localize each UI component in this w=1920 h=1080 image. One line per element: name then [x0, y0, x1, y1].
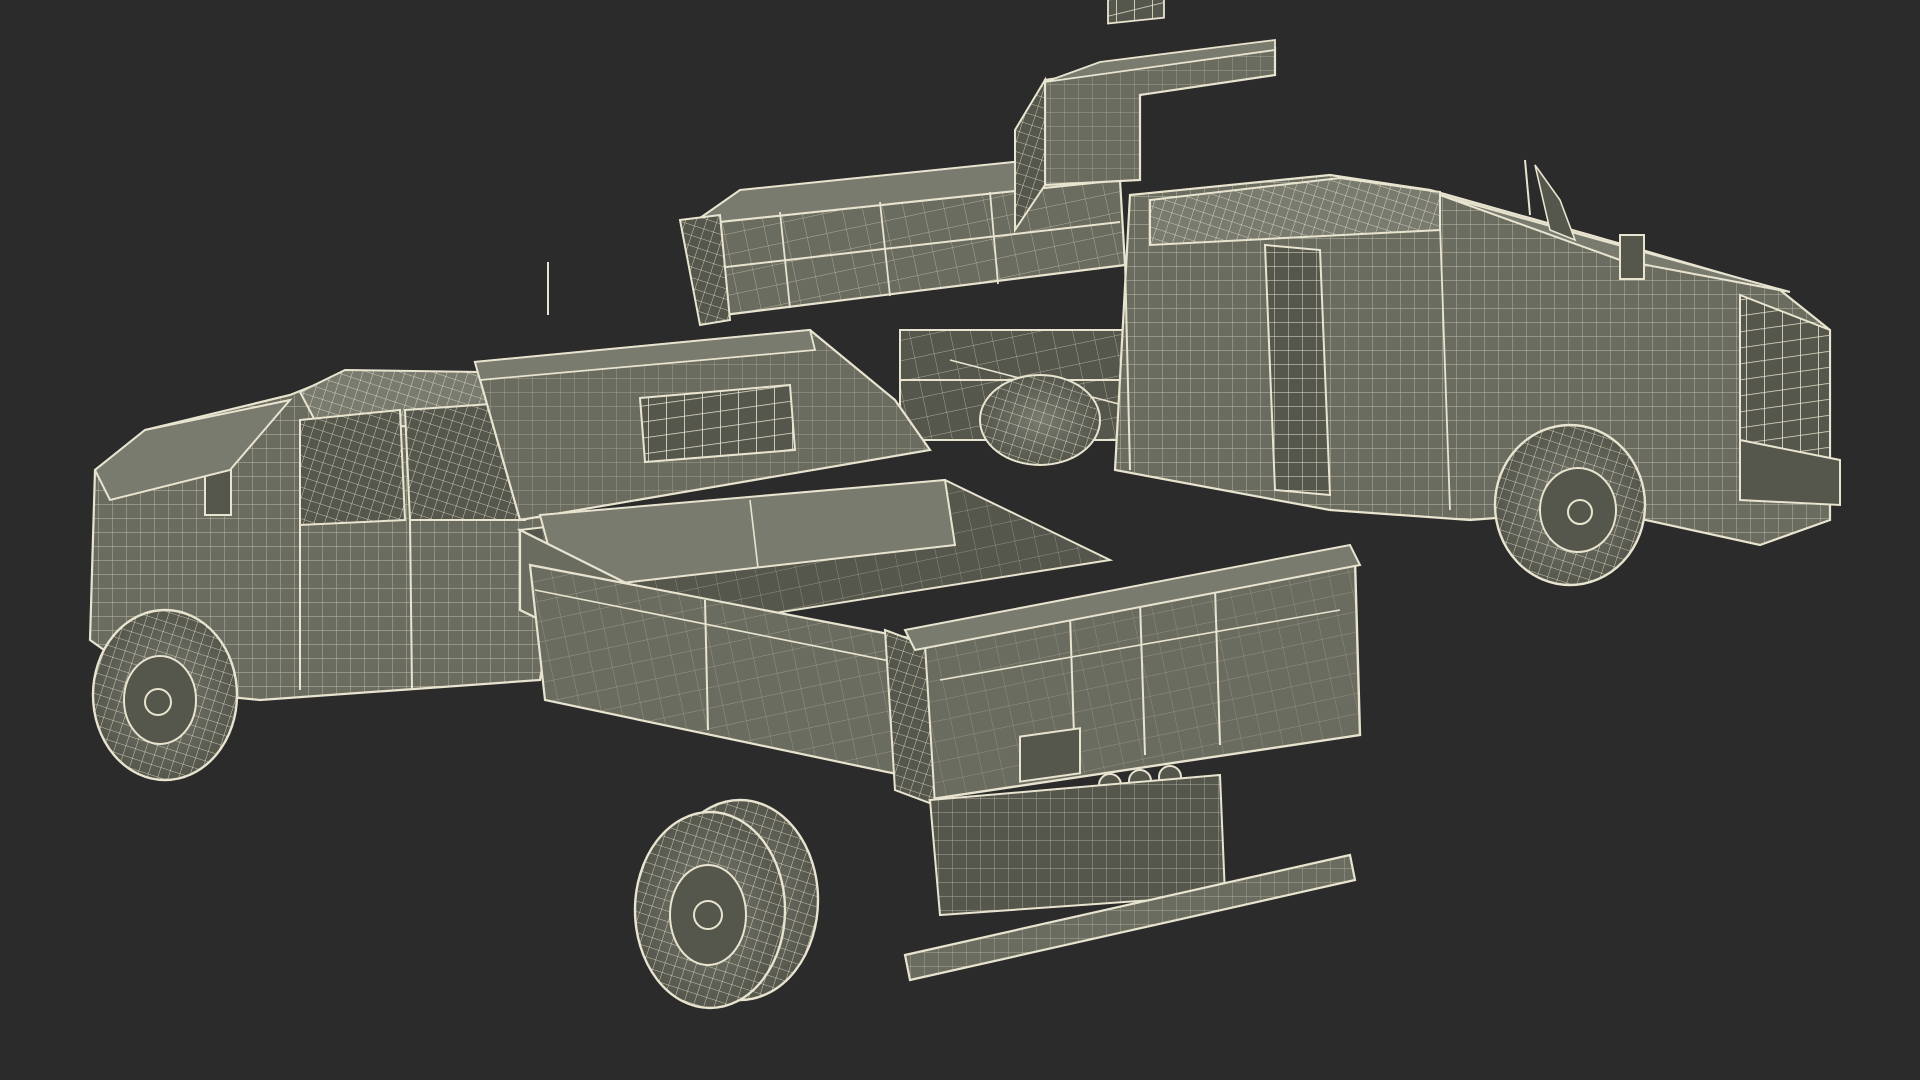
front-wheel-left-truck	[91, 608, 239, 782]
front-wheel-right-truck	[1493, 423, 1647, 587]
render-viewport	[0, 0, 1920, 1080]
cab-body-right-truck	[1113, 159, 1832, 547]
dump-bed-left-truck	[516, 478, 1362, 807]
rear-wheel-right-truck	[979, 374, 1101, 466]
rear-dual-wheel-left-truck	[633, 798, 820, 1010]
wireframe-render	[88, 0, 1841, 1010]
